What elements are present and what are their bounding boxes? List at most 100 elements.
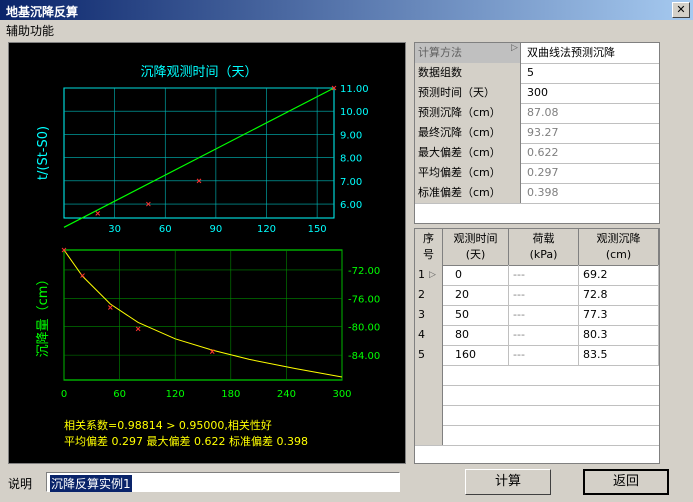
chart2-point bbox=[107, 305, 113, 310]
param-value[interactable]: 5 bbox=[527, 63, 534, 83]
param-row[interactable]: 平均偏差（cm） 0.297 bbox=[415, 163, 659, 184]
table-row[interactable]: 4 80 --- 80.3 bbox=[415, 325, 659, 346]
chart1-y-label: t/(St-S0) bbox=[36, 126, 51, 180]
param-row[interactable]: 标准偏差（cm） 0.398 bbox=[415, 183, 659, 204]
empty-row[interactable] bbox=[415, 385, 659, 406]
correlation-text: 相关系数=0.98814 > 0.95000,相关性好 bbox=[64, 418, 272, 432]
column-header-line: 观测时间 bbox=[453, 232, 498, 245]
param-value: 0.398 bbox=[527, 186, 559, 199]
param-label: 预测沉降（cm） bbox=[415, 103, 521, 123]
param-label: 平均偏差（cm） bbox=[415, 163, 521, 183]
param-value[interactable]: 300 bbox=[527, 83, 548, 103]
chart2-y-tick: -80.00 bbox=[348, 323, 380, 334]
description-value: 沉降反算实例1 bbox=[50, 475, 132, 492]
chart2-x-tick: 120 bbox=[166, 389, 185, 400]
param-row[interactable]: 计算方法 双曲线法预测沉降 ▷ bbox=[415, 43, 659, 64]
param-value: 93.27 bbox=[527, 126, 559, 139]
chart2-y-tick: -84.00 bbox=[348, 351, 380, 362]
table-row[interactable]: 1 0 --- 69.2 ▷ bbox=[415, 265, 659, 286]
param-row[interactable]: 数据组数 5 bbox=[415, 63, 659, 84]
column-header-line: (天) bbox=[465, 248, 486, 261]
chart2-x-tick: 300 bbox=[332, 389, 351, 400]
param-value: 87.08 bbox=[527, 106, 559, 119]
chart2-point bbox=[135, 326, 141, 332]
close-icon: ✕ bbox=[676, 3, 686, 16]
description-label: 说明 bbox=[8, 477, 33, 491]
row-header bbox=[415, 405, 443, 425]
cell-load[interactable]: --- bbox=[509, 285, 579, 305]
empty-row[interactable] bbox=[415, 425, 659, 446]
chart2-curve bbox=[63, 249, 343, 378]
cell-no: 3 bbox=[415, 305, 443, 325]
chart2-x-tick: 0 bbox=[61, 389, 67, 400]
empty-row[interactable] bbox=[415, 365, 659, 386]
cell-time[interactable]: 160 bbox=[443, 345, 509, 365]
close-button[interactable]: ✕ bbox=[672, 2, 690, 18]
table-header: 序号观测时间 (天) 荷载 (kPa) 观测沉降 (cm) bbox=[415, 229, 659, 266]
chart1-x-tick: 30 bbox=[108, 224, 121, 235]
chart2-frame bbox=[63, 249, 343, 381]
param-row[interactable]: 最终沉降（cm） 93.27 bbox=[415, 123, 659, 144]
row-header bbox=[415, 365, 443, 385]
title-bar: 地基沉降反算 ✕ bbox=[0, 0, 693, 20]
cell-time[interactable]: 50 bbox=[443, 305, 509, 325]
back-button[interactable]: 返回 bbox=[583, 469, 669, 495]
table-row[interactable]: 5 160 --- 83.5 bbox=[415, 345, 659, 366]
cell-time[interactable]: 80 bbox=[443, 325, 509, 345]
cell-load[interactable]: --- bbox=[509, 325, 579, 345]
footer: 说明 沉降反算实例1 计算 返回 bbox=[0, 466, 693, 502]
chart-svg: 沉降观测时间（天） 30 60 90 120 150 6.00 7.00 8.00 9.00 10.… bbox=[36, 65, 380, 448]
row-header bbox=[415, 385, 443, 405]
cell-settle[interactable]: 77.3 bbox=[579, 305, 659, 325]
param-label: 数据组数 bbox=[415, 63, 521, 83]
chart1-x-tick: 120 bbox=[257, 224, 276, 235]
cell-time[interactable]: 20 bbox=[443, 285, 509, 305]
param-row[interactable]: 最大偏差（cm） 0.622 bbox=[415, 143, 659, 164]
param-label: 标准偏差（cm） bbox=[415, 183, 521, 203]
column-header: 观测时间 (天) bbox=[443, 229, 509, 265]
param-row[interactable]: 预测沉降（cm） 87.08 bbox=[415, 103, 659, 124]
chart2-x-tick: 240 bbox=[277, 389, 296, 400]
calc-button[interactable]: 计算 bbox=[465, 469, 551, 495]
column-header-line: 荷载 bbox=[532, 232, 555, 245]
chart-panel: 沉降观测时间（天） 30 60 90 120 150 6.00 7.00 8.00 9.00 10.… bbox=[8, 42, 406, 464]
chart1-y-tick: 6.00 bbox=[340, 200, 362, 211]
cell-load[interactable]: --- bbox=[509, 265, 579, 285]
row-header bbox=[415, 425, 443, 445]
description-input[interactable]: 沉降反算实例1 bbox=[46, 472, 400, 492]
param-row[interactable]: 预测时间（天） 300 bbox=[415, 83, 659, 104]
cell-settle[interactable]: 80.3 bbox=[579, 325, 659, 345]
column-header: 序号 bbox=[415, 229, 443, 265]
param-value[interactable]: 双曲线法预测沉降 bbox=[527, 43, 615, 63]
chart2-x-tick: 180 bbox=[221, 389, 240, 400]
column-header-line: 观测沉降 bbox=[596, 232, 641, 245]
param-value: 0.297 bbox=[527, 166, 559, 179]
empty-row[interactable] bbox=[415, 405, 659, 426]
chart2-x-tick: 60 bbox=[113, 389, 126, 400]
cell-settle[interactable]: 83.5 bbox=[579, 345, 659, 365]
chart2-y-tick: -72.00 bbox=[348, 266, 380, 277]
observation-table: 序号观测时间 (天) 荷载 (kPa) 观测沉降 (cm) 1 0 --- 69.2 ▷ 2 20 --… bbox=[414, 228, 660, 464]
cell-load[interactable]: --- bbox=[509, 345, 579, 365]
cell-settle[interactable]: 69.2 bbox=[579, 265, 659, 285]
chart1-y-tick: 10.00 bbox=[340, 107, 369, 118]
chart1-y-tick: 7.00 bbox=[340, 177, 362, 188]
cell-no: 4 bbox=[415, 325, 443, 345]
window-title: 地基沉降反算 bbox=[6, 5, 79, 19]
menu-aux[interactable]: 辅助功能 bbox=[6, 22, 54, 39]
cell-settle[interactable]: 72.8 bbox=[579, 285, 659, 305]
deviation-text: 平均偏差 0.297 最大偏差 0.622 标准偏差 0.398 bbox=[64, 434, 308, 448]
chart1-point bbox=[95, 211, 101, 216]
column-header-line: 序 bbox=[423, 232, 434, 245]
table-row[interactable]: 2 20 --- 72.8 bbox=[415, 285, 659, 306]
chart1-x-tick: 150 bbox=[308, 224, 327, 235]
table-row[interactable]: 3 50 --- 77.3 bbox=[415, 305, 659, 326]
cell-load[interactable]: --- bbox=[509, 305, 579, 325]
chart1-y-tick: 8.00 bbox=[340, 154, 362, 165]
current-row-icon: ▷ bbox=[429, 270, 436, 280]
dropdown-icon[interactable]: ▷ bbox=[511, 43, 518, 53]
cell-time[interactable]: 0 bbox=[443, 265, 509, 285]
chart2-y-label: 沉降量（cm） bbox=[36, 273, 51, 358]
column-header-line: (kPa) bbox=[529, 248, 558, 261]
menu-bar: 辅助功能 bbox=[0, 20, 693, 39]
